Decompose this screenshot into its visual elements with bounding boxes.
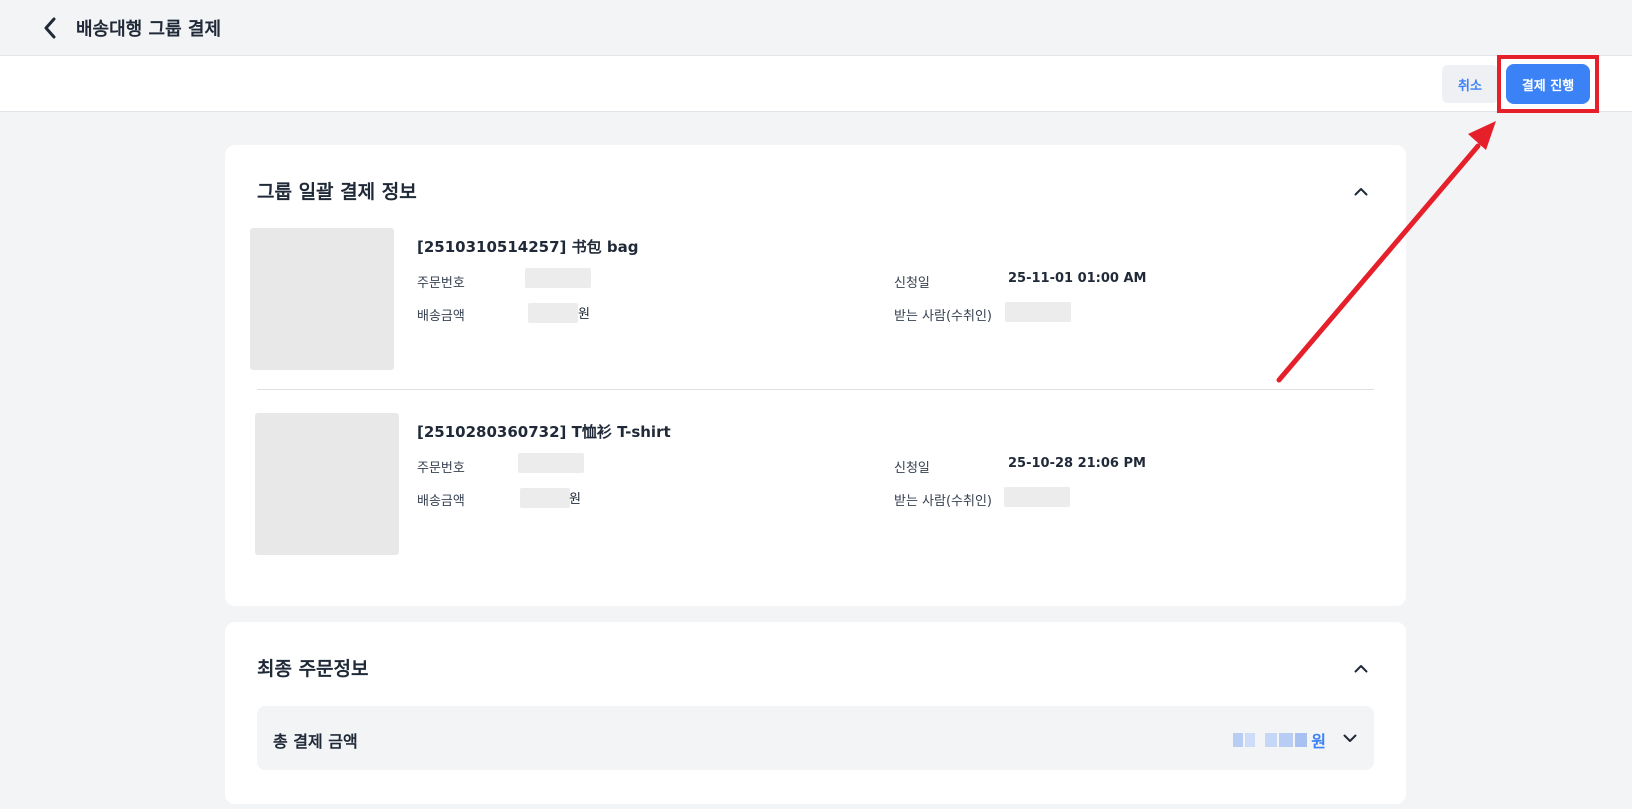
back-button[interactable] — [38, 16, 62, 40]
total-amount-label: 총 결제 금액 — [273, 732, 358, 751]
product-thumbnail — [255, 413, 399, 555]
currency-unit: 원 — [569, 492, 581, 507]
order-number-label: 주문번호 — [417, 276, 465, 291]
chevron-up-icon — [1354, 664, 1368, 672]
order-number-value — [518, 453, 584, 473]
product-thumbnail — [250, 228, 394, 370]
recipient-label: 받는 사람(수취인) — [894, 494, 992, 509]
expand-toggle[interactable] — [1342, 730, 1358, 746]
masked-separator — [1257, 733, 1263, 747]
total-amount-value: 원 — [1233, 728, 1326, 752]
proceed-payment-button[interactable]: 결제 진행 — [1506, 64, 1590, 104]
section-title: 그룹 일괄 결제 정보 — [257, 181, 417, 203]
currency-unit: 원 — [1311, 732, 1326, 751]
recipient-value — [1005, 302, 1071, 322]
collapse-toggle[interactable] — [1351, 658, 1371, 678]
page-title: 배송대행 그룹 결제 — [76, 18, 222, 40]
chevron-down-icon — [1343, 734, 1357, 742]
cancel-button[interactable]: 취소 — [1442, 65, 1498, 103]
masked-digit — [1279, 733, 1294, 747]
masked-digit — [1265, 733, 1278, 747]
shipping-fee-label: 배송금액 — [417, 309, 465, 324]
section-title: 최종 주문정보 — [257, 658, 369, 680]
shipping-fee-value — [520, 488, 570, 508]
request-date-label: 신청일 — [894, 276, 930, 291]
order-number-label: 주문번호 — [417, 461, 465, 476]
request-date-value: 25-10-28 21:06 PM — [1008, 456, 1146, 471]
shipping-fee-label: 배송금액 — [417, 494, 465, 509]
masked-digit — [1245, 733, 1256, 747]
list-item: [2510310514257] 书包 bag 주문번호 배송금액 원 신청일 2… — [225, 228, 1406, 378]
final-order-card: 최종 주문정보 총 결제 금액 원 — [225, 622, 1406, 804]
collapse-toggle[interactable] — [1351, 181, 1371, 201]
request-date-value: 25-11-01 01:00 AM — [1008, 271, 1147, 286]
chevron-up-icon — [1354, 187, 1368, 195]
action-bar: 취소 결제 진행 — [0, 56, 1632, 112]
recipient-value — [1004, 487, 1070, 507]
page-header: 배송대행 그룹 결제 — [0, 0, 1632, 56]
chevron-left-icon — [44, 17, 56, 38]
item-title: [2510280360732] T恤衫 T-shirt — [417, 423, 671, 441]
group-payment-card: 그룹 일괄 결제 정보 [2510310514257] 书包 bag 주문번호 … — [225, 145, 1406, 606]
masked-digit — [1233, 733, 1244, 747]
shipping-fee-value — [528, 303, 578, 323]
item-divider — [257, 389, 1374, 390]
request-date-label: 신청일 — [894, 461, 930, 476]
list-item: [2510280360732] T恤衫 T-shirt 주문번호 배송금액 원 … — [225, 413, 1406, 563]
masked-digit — [1295, 733, 1308, 747]
currency-unit: 원 — [578, 307, 590, 322]
recipient-label: 받는 사람(수취인) — [894, 309, 992, 324]
order-number-value — [525, 268, 591, 288]
item-title: [2510310514257] 书包 bag — [417, 238, 639, 256]
total-amount-row[interactable]: 총 결제 금액 원 — [257, 706, 1374, 770]
